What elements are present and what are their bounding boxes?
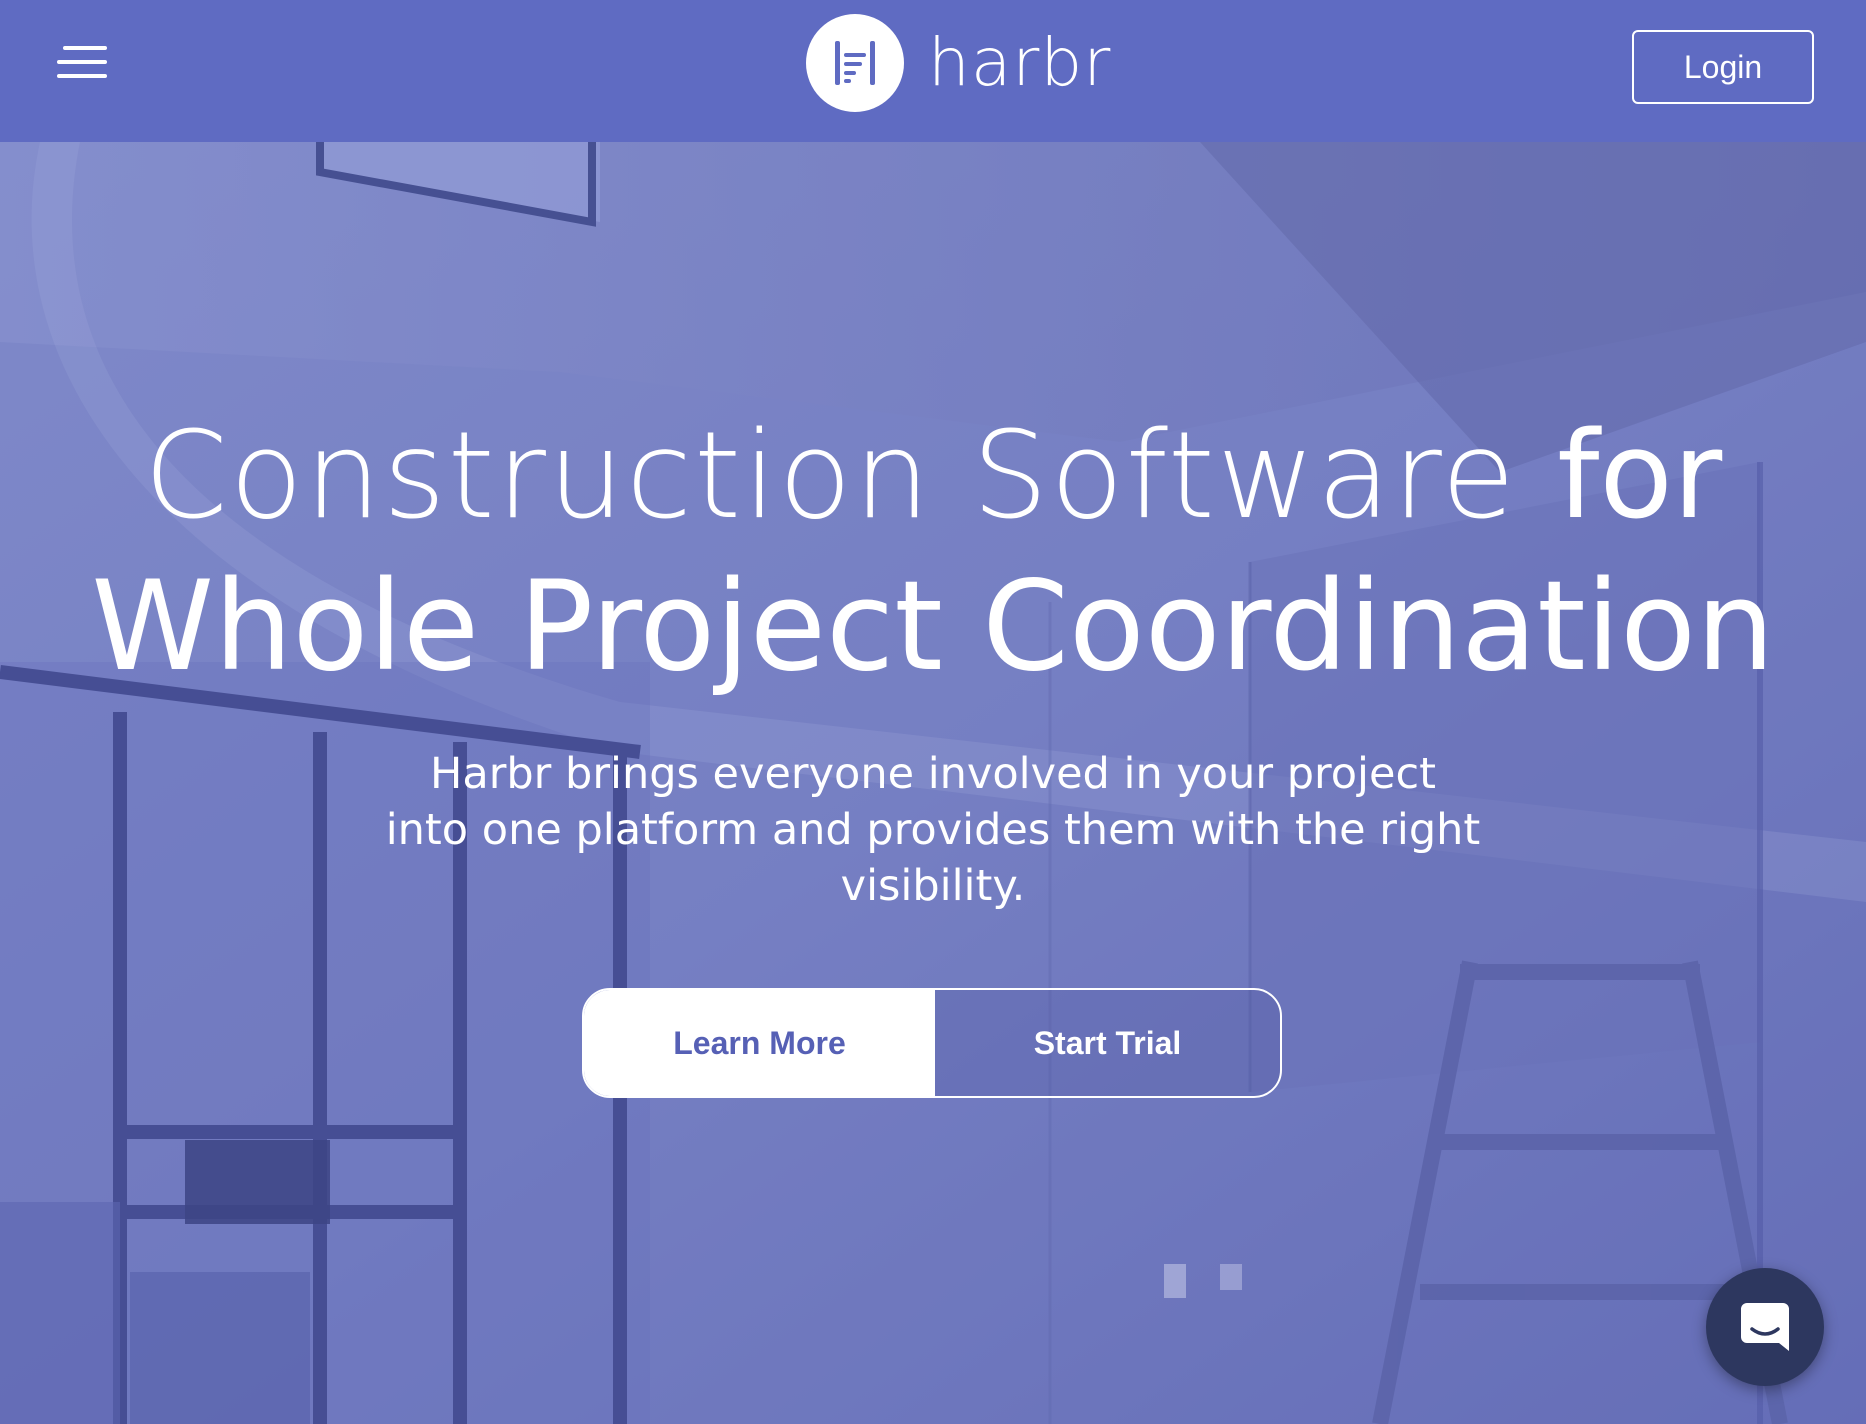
- start-trial-button[interactable]: Start Trial: [935, 990, 1280, 1096]
- hero-subtitle: Harbr brings everyone involved in your p…: [385, 749, 1481, 911]
- hero-title-bold-text: for: [1557, 407, 1723, 546]
- hero-section: Construction Software for Whole Project …: [0, 142, 1866, 1424]
- top-navbar: harbr Login: [0, 0, 1866, 142]
- hero-title: Construction Software for Whole Project …: [0, 402, 1866, 702]
- hero-title-line-1: Construction Software for: [0, 402, 1866, 552]
- brand-name: harbr: [928, 24, 1112, 101]
- chat-bubble-icon: [1741, 1303, 1789, 1351]
- hamburger-menu-icon[interactable]: [50, 40, 114, 88]
- login-button[interactable]: Login: [1632, 30, 1814, 104]
- brand-logo[interactable]: harbr: [806, 14, 1111, 112]
- hero-title-light-text: Construction Software: [143, 407, 1558, 546]
- harbr-logo-icon: [806, 14, 904, 112]
- page: harbr Login Construction Software for Wh…: [0, 0, 1866, 1424]
- cta-button-group: Learn More Start Trial: [582, 988, 1282, 1098]
- chat-launcher-button[interactable]: [1706, 1268, 1824, 1386]
- hero-title-line-2: Whole Project Coordination: [91, 555, 1775, 699]
- learn-more-button[interactable]: Learn More: [584, 990, 935, 1096]
